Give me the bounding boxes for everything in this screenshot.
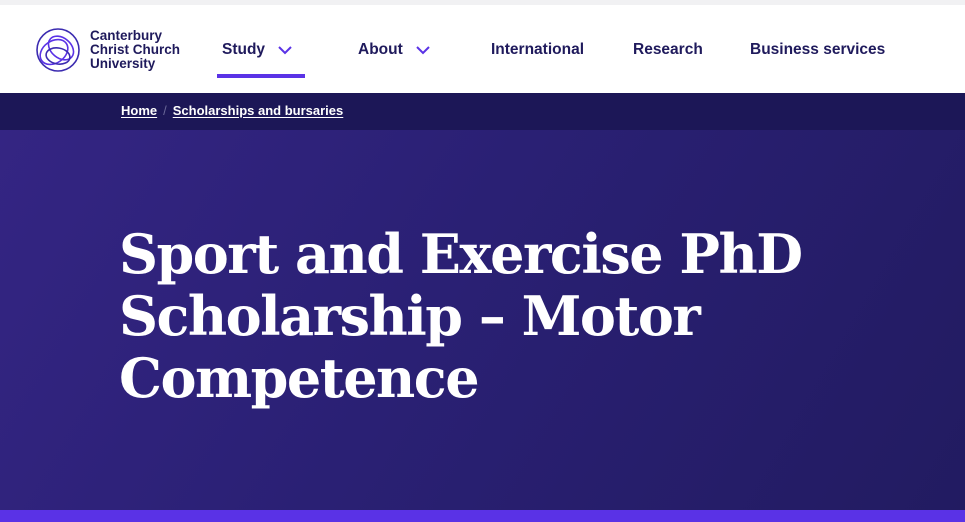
breadcrumb-bar: Home / Scholarships and bursaries (0, 93, 965, 130)
page-title: Sport and Exercise PhD Scholarship – Mot… (119, 222, 803, 410)
breadcrumb-link-scholarships[interactable]: Scholarships and bursaries (173, 103, 344, 118)
nav-item-about[interactable]: About (358, 35, 430, 65)
site-header: Canterbury Christ Church University Stud… (0, 5, 965, 93)
chevron-down-icon (416, 46, 430, 55)
nav-item-label: About (358, 41, 403, 58)
breadcrumb-link-home[interactable]: Home (121, 103, 157, 118)
nav-item-label: Study (222, 41, 266, 58)
nav-item-label: Business services (750, 41, 886, 58)
active-nav-indicator (217, 74, 305, 78)
chevron-down-icon (278, 46, 292, 55)
main-nav: Study About International Research Busin… (0, 5, 965, 93)
accent-bar (0, 510, 965, 522)
breadcrumb: Home / Scholarships and bursaries (121, 103, 343, 118)
nav-item-research[interactable]: Research (633, 35, 703, 65)
hero-banner: Sport and Exercise PhD Scholarship – Mot… (0, 130, 965, 510)
nav-item-business-services[interactable]: Business services (750, 35, 885, 65)
breadcrumb-separator: / (163, 103, 167, 118)
nav-item-label: Research (633, 41, 703, 58)
nav-item-study[interactable]: Study (222, 35, 292, 65)
nav-item-international[interactable]: International (491, 35, 584, 65)
nav-item-label: International (491, 41, 585, 58)
